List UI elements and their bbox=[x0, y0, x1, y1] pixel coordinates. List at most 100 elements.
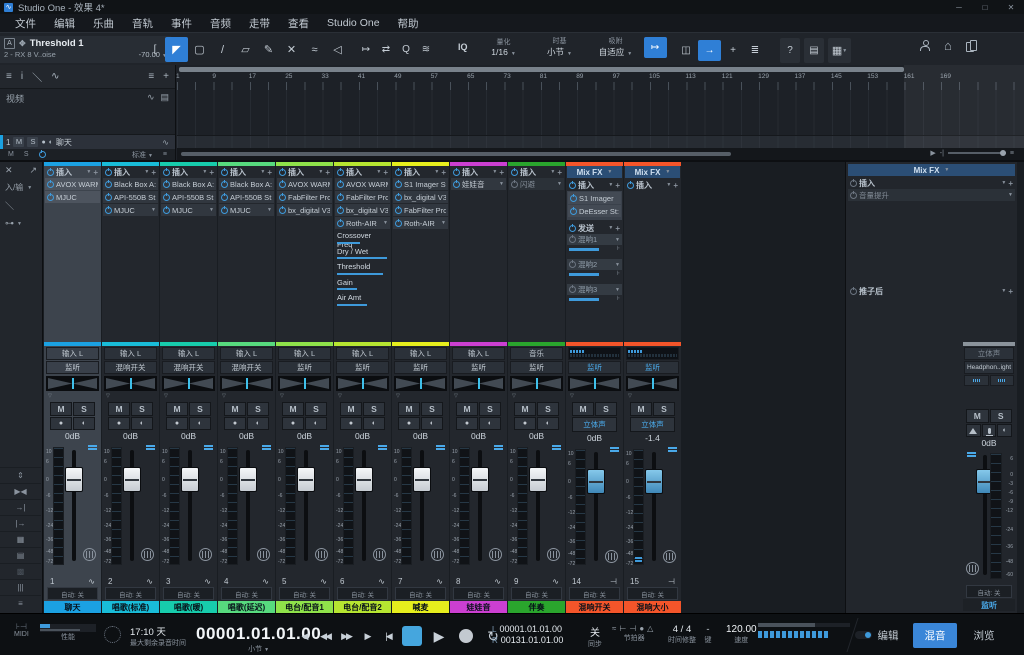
zoom-slider[interactable] bbox=[948, 152, 1006, 154]
pan-value[interactable]: ▽ bbox=[276, 391, 333, 401]
video-button[interactable]: ▤ bbox=[804, 38, 824, 63]
channel-name[interactable]: 聊天 bbox=[44, 601, 101, 613]
edit-view-button[interactable]: 编辑 bbox=[866, 623, 910, 648]
power-icon[interactable] bbox=[47, 194, 54, 201]
track-mute-button[interactable]: M bbox=[13, 137, 24, 147]
cue-button[interactable]: 混响开关 bbox=[162, 361, 215, 374]
record-arm-button[interactable]: ● bbox=[340, 417, 362, 430]
volume-value[interactable]: 0dB bbox=[102, 430, 159, 442]
inserts-header[interactable]: 插入▼+ bbox=[103, 166, 158, 178]
timebase-select[interactable]: 时基 小节▼ bbox=[532, 36, 588, 58]
speaker-set-b-button[interactable] bbox=[990, 375, 1015, 386]
cue-button[interactable]: 监听 bbox=[568, 361, 621, 374]
pan-value[interactable]: ▽ bbox=[334, 391, 391, 401]
mixer-channel-电台/配音2[interactable]: 插入▼+AVOX WARMFabFilter Pro:bx_digital V3… bbox=[334, 162, 391, 613]
track-list-menu-icon[interactable]: ≡ bbox=[6, 71, 12, 82]
power-icon[interactable] bbox=[337, 194, 344, 201]
volume-value[interactable]: 0dB bbox=[566, 432, 623, 444]
fader-handle[interactable] bbox=[123, 467, 141, 492]
external-tab-icon[interactable]: ＼ bbox=[5, 199, 14, 212]
channel-name[interactable]: 电台/配音2 bbox=[334, 601, 391, 613]
send-level-slider[interactable]: ⊦ bbox=[569, 296, 620, 304]
monitor-button[interactable]: ◐ bbox=[305, 417, 327, 430]
forward-button[interactable]: ▶▶ bbox=[336, 625, 356, 647]
global-mute-label[interactable]: M bbox=[8, 151, 14, 158]
automation-mode[interactable]: 自动: 关 bbox=[627, 587, 678, 600]
volume-value[interactable]: 0dB bbox=[218, 430, 275, 442]
monitor-button[interactable]: ◐ bbox=[537, 417, 559, 430]
pan-link-icon[interactable] bbox=[489, 548, 502, 561]
fader-mode-icon[interactable] bbox=[610, 447, 619, 449]
inserts-header[interactable]: 插入▼+ bbox=[45, 166, 100, 178]
metronome-icon[interactable]: △ bbox=[647, 624, 656, 633]
power-icon[interactable] bbox=[221, 207, 228, 214]
fader-mode-icon[interactable] bbox=[262, 445, 271, 447]
volume-value[interactable]: 0dB bbox=[450, 430, 507, 442]
pan-slider[interactable] bbox=[568, 376, 621, 391]
record-arm-button[interactable]: ● bbox=[50, 417, 72, 430]
menu-item-0[interactable]: 文件 bbox=[6, 16, 45, 31]
fader-handle[interactable] bbox=[529, 467, 547, 492]
fader-zone[interactable]: 1060-6-12-24-36-48-72 bbox=[566, 444, 623, 575]
mute-button[interactable]: M bbox=[50, 402, 72, 416]
pan-value[interactable]: ▽ bbox=[450, 391, 507, 401]
track-monitor-icon[interactable]: ◐ bbox=[49, 139, 53, 146]
input-select-button[interactable]: 输入 L bbox=[452, 347, 505, 360]
solo-button[interactable]: S bbox=[421, 402, 443, 416]
pin-left-icon[interactable]: ⊢ bbox=[619, 624, 629, 633]
power-icon[interactable] bbox=[163, 194, 170, 201]
input-select-button[interactable]: 音乐 bbox=[510, 347, 563, 360]
insert-slot[interactable]: bx_digital V3 bbox=[277, 204, 332, 216]
macro-control[interactable]: Crossover Freq bbox=[335, 230, 390, 246]
pan-link-icon[interactable] bbox=[547, 548, 560, 561]
pan-link-icon[interactable] bbox=[966, 562, 979, 575]
fader-zone[interactable]: 1060-6-12-24-36-48-72 bbox=[102, 442, 159, 575]
cue-button[interactable]: 监听 bbox=[394, 361, 447, 374]
power-icon[interactable] bbox=[337, 207, 344, 214]
volume-value[interactable]: -1.4 bbox=[624, 432, 681, 444]
io-tab[interactable]: 入/输▼ bbox=[0, 179, 42, 196]
power-icon[interactable] bbox=[569, 225, 576, 232]
volume-value[interactable]: 0dB bbox=[276, 430, 333, 442]
menu-item-8[interactable]: Studio One bbox=[318, 17, 389, 29]
menu-item-5[interactable]: 音频 bbox=[201, 16, 240, 31]
scrollbar-thumb[interactable] bbox=[181, 152, 731, 156]
insert-slot[interactable]: 闪避▼ bbox=[509, 178, 564, 190]
power-icon[interactable] bbox=[850, 288, 857, 295]
channel-name[interactable]: 唱歌(延迟) bbox=[218, 601, 275, 613]
menu-item-9[interactable]: 帮助 bbox=[389, 16, 428, 31]
popout-mixer-icon[interactable]: ↗ bbox=[29, 165, 37, 176]
insert-slot[interactable]: Black Box A: bbox=[161, 178, 216, 190]
macros-button[interactable]: ≋ bbox=[416, 37, 436, 62]
channel-name[interactable]: 唱歌(暖) bbox=[160, 601, 217, 613]
inserts-header[interactable]: 插入▼+ bbox=[848, 177, 1015, 189]
send-level-slider[interactable]: ⊦ bbox=[569, 271, 620, 279]
performance-meter[interactable]: 性能 bbox=[40, 624, 96, 642]
pan-slider[interactable] bbox=[394, 376, 447, 391]
mixer-channel-娃娃音[interactable]: 插入▼+娃娃音▼ 输入 L 监听 ▽ MS ●◐ 0dB 1060-6-12-2… bbox=[450, 162, 507, 613]
mute-button[interactable]: M bbox=[224, 402, 246, 416]
solo-button[interactable]: S bbox=[595, 402, 617, 416]
send-slot[interactable]: 混响3▼ bbox=[567, 284, 622, 295]
power-icon[interactable] bbox=[850, 180, 857, 187]
mixfx-header[interactable]: Mix FX▼ bbox=[625, 166, 680, 178]
fader-zone[interactable]: 1060-6-12-24-36-48-72 bbox=[160, 442, 217, 575]
power-icon[interactable] bbox=[279, 169, 286, 176]
insert-slot[interactable]: MJUC▼ bbox=[219, 204, 274, 216]
mute-button[interactable]: M bbox=[456, 402, 478, 416]
mixer-channel-唱歌(暖)[interactable]: 插入▼+Black Box A:API-550B St:MJUC▼ 输入 L 混… bbox=[160, 162, 217, 613]
power-icon[interactable] bbox=[337, 220, 344, 227]
insert-slot[interactable]: S1 Imager St: bbox=[393, 178, 448, 190]
help-button[interactable]: ? bbox=[780, 38, 800, 63]
power-icon[interactable] bbox=[163, 181, 170, 188]
input-select-button[interactable]: 输入 L bbox=[220, 347, 273, 360]
compact-view-icon[interactable]: ⇕ bbox=[0, 467, 41, 483]
snap-toggle-button[interactable]: ↦ bbox=[644, 37, 667, 58]
pan-link-icon[interactable] bbox=[431, 548, 444, 561]
quantize-q-button[interactable]: Q bbox=[396, 37, 416, 62]
pan-value[interactable]: ▽ bbox=[160, 391, 217, 401]
record-arm-button[interactable]: ● bbox=[282, 417, 304, 430]
power-icon[interactable] bbox=[105, 169, 112, 176]
minimize-button[interactable]: ─ bbox=[946, 3, 972, 12]
solo-button[interactable]: S bbox=[305, 402, 327, 416]
